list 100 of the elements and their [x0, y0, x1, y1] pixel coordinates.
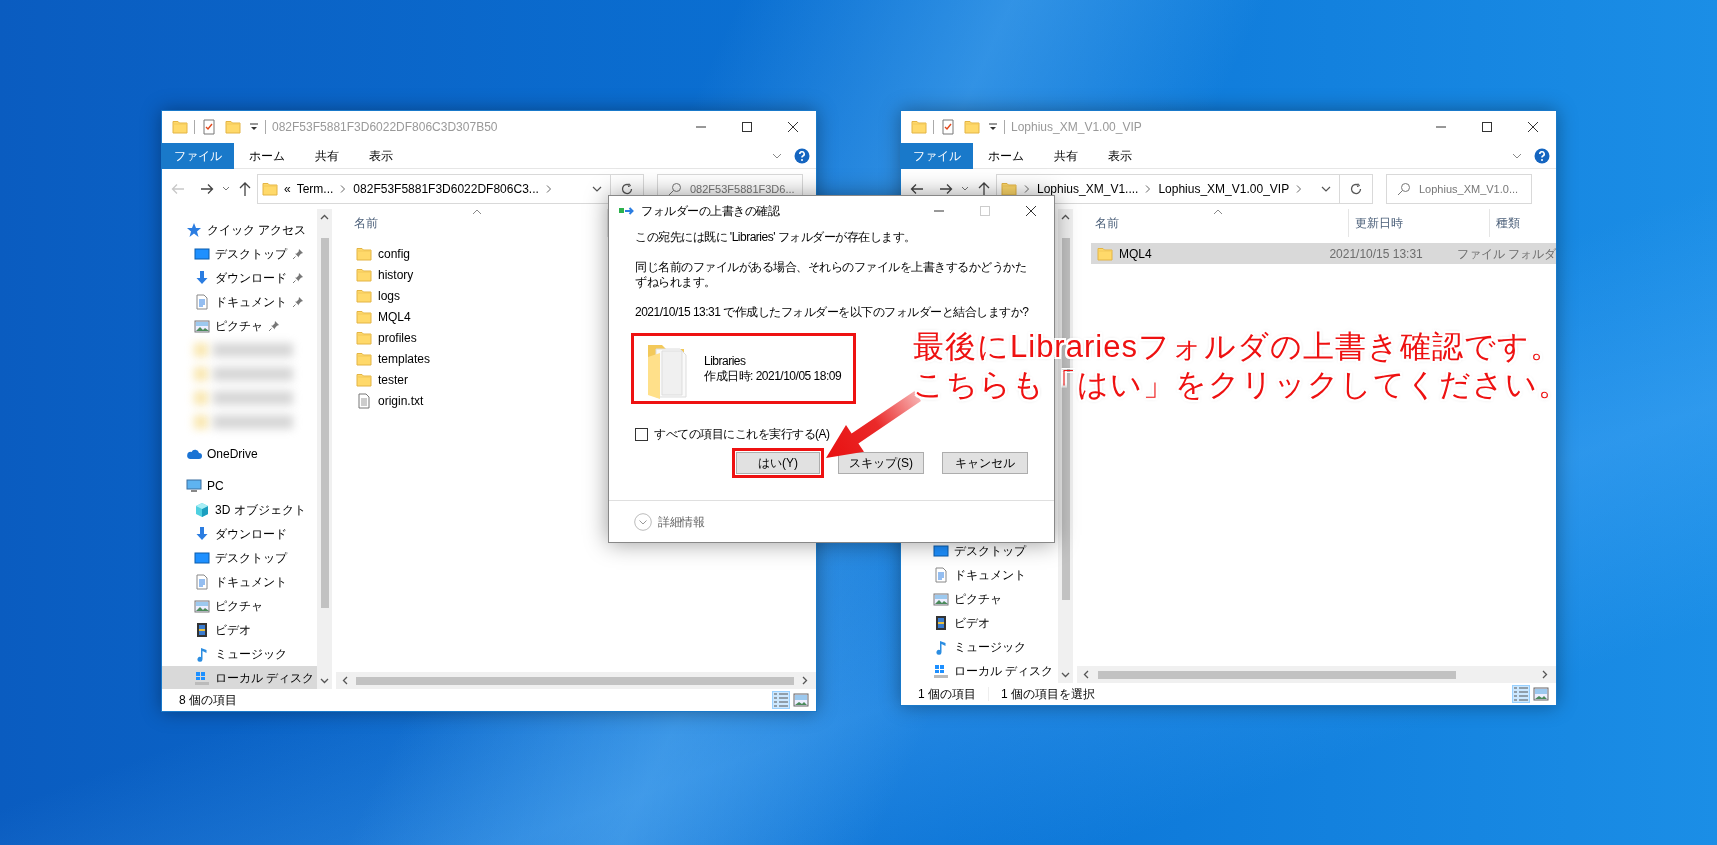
file-name[interactable]: tester: [350, 370, 608, 389]
nav-item[interactable]: ミュージック: [162, 642, 317, 666]
nav-item[interactable]: ローカル ディスク: [162, 666, 317, 689]
nav-item[interactable]: デスクトップ: [162, 242, 317, 266]
nav-item[interactable]: デスクトップ: [901, 539, 1058, 563]
nav-item[interactable]: クイック アクセス: [162, 218, 317, 242]
ribbon-tab[interactable]: ファイル: [162, 142, 234, 169]
maximize-icon[interactable]: [742, 122, 752, 132]
breadcrumb-segment[interactable]: Lophius_XM_V1.00_VIP: [1158, 180, 1290, 198]
file-name[interactable]: history: [350, 265, 608, 284]
address-dropdown-icon[interactable]: [592, 186, 602, 192]
properties-icon[interactable]: [201, 119, 217, 135]
ribbon-tab[interactable]: 表示: [354, 142, 408, 169]
file-name[interactable]: config: [350, 244, 608, 263]
nav-item[interactable]: ビデオ: [162, 618, 317, 642]
maximize-icon[interactable]: [1482, 122, 1492, 132]
recent-locations-icon[interactable]: [222, 186, 230, 192]
nav-item[interactable]: ドキュメント: [901, 563, 1058, 587]
breadcrumb-segment[interactable]: 082F53F5881F3D6022DF806C3...: [353, 180, 539, 198]
ribbon-tab[interactable]: ホーム: [234, 142, 300, 169]
close-icon[interactable]: [1528, 122, 1538, 132]
file-row[interactable]: origin.txt: [350, 390, 816, 411]
scrollbar-thumb[interactable]: [1098, 670, 1456, 679]
recent-locations-icon[interactable]: [961, 186, 969, 192]
file-name[interactable]: origin.txt: [350, 391, 608, 410]
file-name[interactable]: logs: [350, 286, 608, 305]
breadcrumb-segment[interactable]: Lophius_XM_V1....: [1037, 180, 1139, 198]
nav-item[interactable]: 3D オブジェクト: [162, 498, 317, 522]
nav-item[interactable]: ミュージック: [901, 635, 1058, 659]
expand-ribbon-icon[interactable]: [772, 151, 782, 160]
file-name[interactable]: profiles: [350, 328, 608, 347]
ribbon-tab[interactable]: ファイル: [901, 142, 973, 169]
nav-item[interactable]: ピクチャ: [162, 314, 317, 338]
date-modified: 2021/10/15 13:31: [1328, 245, 1424, 263]
dialog-button[interactable]: スキップ(S): [838, 452, 924, 474]
address-dropdown-icon[interactable]: [1321, 186, 1331, 192]
forward-icon[interactable]: [199, 181, 215, 197]
checkbox-label[interactable]: すべての項目にこれを実行する(A): [654, 425, 830, 443]
checkbox[interactable]: [635, 427, 648, 441]
file-name[interactable]: MQL4: [350, 307, 608, 326]
close-icon[interactable]: [1026, 206, 1036, 216]
ribbon-tab[interactable]: 共有: [300, 142, 354, 169]
scroll-left-icon: [342, 676, 348, 685]
view-button[interactable]: [792, 691, 810, 709]
properties-icon[interactable]: [940, 119, 956, 135]
details-link[interactable]: 詳細情報: [658, 512, 704, 531]
help-icon[interactable]: [1534, 147, 1550, 164]
overflow-mark[interactable]: «: [284, 180, 291, 198]
scrollbar-thumb[interactable]: [320, 238, 329, 608]
address-bar[interactable]: « Term... 082F53F5881F3D6022DF806C3...: [257, 174, 611, 204]
back-icon[interactable]: [909, 181, 925, 197]
file-name[interactable]: MQL4: [1091, 244, 1324, 263]
nav-item[interactable]: OneDrive: [162, 442, 317, 466]
ribbon-tab[interactable]: 共有: [1039, 142, 1093, 169]
ribbon-tab[interactable]: 表示: [1093, 142, 1147, 169]
nav-item[interactable]: ビデオ: [901, 611, 1058, 635]
close-icon[interactable]: [788, 122, 798, 132]
scrollbar[interactable]: [1077, 666, 1556, 683]
column-header[interactable]: 更新日時: [1349, 209, 1490, 237]
nav-item[interactable]: ダウンロード: [162, 522, 317, 546]
breadcrumb-segment[interactable]: Term...: [296, 180, 334, 198]
dialog-button[interactable]: キャンセル: [942, 452, 1028, 474]
nav-item[interactable]: ローカル ディスク: [901, 659, 1058, 683]
view-button[interactable]: [1532, 685, 1550, 703]
scrollbar[interactable]: [317, 209, 332, 689]
dialog-button[interactable]: はい(Y): [736, 452, 820, 474]
column-header[interactable]: 名前: [1077, 209, 1349, 237]
folder-icon: [356, 287, 372, 304]
ribbon-tab[interactable]: ホーム: [973, 142, 1039, 169]
up-arrow-icon[interactable]: [977, 181, 991, 197]
search-field[interactable]: Lophius_XM_V1.0...: [1386, 174, 1532, 204]
scrollbar[interactable]: [336, 672, 816, 689]
address-bar[interactable]: Lophius_XM_V1.... Lophius_XM_V1.00_VIP: [996, 174, 1340, 204]
nav-item[interactable]: ドキュメント: [162, 570, 317, 594]
chevron-icon: [339, 184, 348, 194]
nav-item[interactable]: ピクチャ: [162, 594, 317, 618]
refresh-button[interactable]: [1340, 174, 1373, 204]
view-button[interactable]: [772, 691, 790, 709]
scrollbar-thumb[interactable]: [356, 676, 794, 685]
chevron-icon: [1295, 184, 1304, 194]
status-text: 1 個の項目を選択: [1001, 686, 1096, 703]
view-button[interactable]: [1512, 685, 1530, 703]
column-header[interactable]: 種類: [1490, 209, 1556, 237]
nav-item[interactable]: ピクチャ: [901, 587, 1058, 611]
monitor-icon: [194, 550, 210, 566]
file-row[interactable]: profiles: [350, 327, 816, 348]
sort-caret-icon: [471, 209, 482, 215]
dropdown-icon[interactable]: [249, 122, 259, 132]
help-icon[interactable]: [794, 147, 810, 164]
file-row[interactable]: MQL4 2021/10/15 13:31 ファイル フォルダ: [1091, 243, 1556, 264]
nav-item[interactable]: デスクトップ: [162, 546, 317, 570]
dropdown-icon[interactable]: [988, 122, 998, 132]
forward-icon[interactable]: [938, 181, 954, 197]
nav-item[interactable]: ドキュメント: [162, 290, 317, 314]
file-name[interactable]: templates: [350, 349, 608, 368]
expand-ribbon-icon[interactable]: [1512, 151, 1522, 160]
nav-item[interactable]: ダウンロード: [162, 266, 317, 290]
up-arrow-icon[interactable]: [238, 181, 252, 197]
scroll-right-icon: [1542, 670, 1548, 679]
nav-item[interactable]: PC: [162, 474, 317, 498]
